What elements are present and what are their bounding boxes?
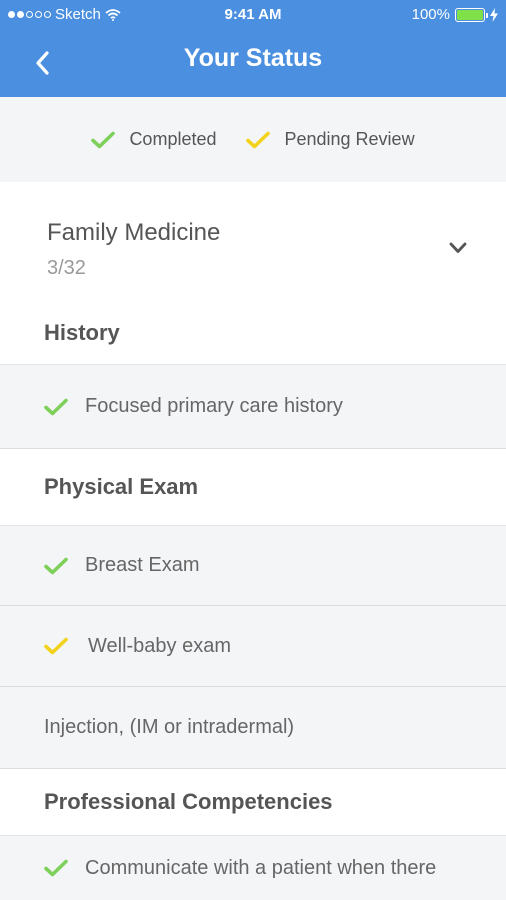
section-title: Professional Competencies: [44, 789, 333, 814]
check-green-icon: [44, 398, 72, 416]
status-bar: Sketch 9:41 AM 100%: [0, 0, 506, 30]
check-yellow-icon: [44, 637, 72, 655]
task-row[interactable]: Communicate with a patient when there: [0, 836, 506, 900]
task-row[interactable]: Well-baby exam: [0, 606, 506, 687]
task-label: Injection, (IM or intradermal): [44, 716, 295, 738]
battery-percent: 100%: [411, 6, 450, 23]
legend-completed: Completed: [91, 129, 216, 150]
course-name: Family Medicine: [47, 219, 221, 246]
task-row[interactable]: Injection, (IM or intradermal): [0, 687, 506, 769]
expand-toggle[interactable]: [445, 237, 471, 259]
battery-icon: [455, 7, 488, 22]
charging-bolt-icon: [490, 7, 498, 22]
status-legend: Completed Pending Review: [0, 97, 506, 182]
section-header-history: History: [0, 302, 506, 365]
page-title: Your Status: [183, 44, 323, 72]
legend-pending-label: Pending Review: [284, 129, 415, 149]
task-label: Focused primary care history: [85, 395, 343, 417]
section-title: History: [44, 320, 120, 345]
chevron-down-icon: [449, 242, 467, 253]
check-green-icon: [44, 557, 72, 575]
task-row[interactable]: Focused primary care history: [0, 365, 506, 449]
task-label: Communicate with a patient when there: [85, 856, 437, 879]
legend-pending: Pending Review: [246, 129, 415, 150]
check-green-icon: [44, 859, 72, 877]
section-header-physical-exam: Physical Exam: [0, 449, 506, 526]
legend-completed-label: Completed: [129, 129, 217, 149]
course-progress: 3/32: [47, 257, 86, 279]
nav-bar: Your Status: [0, 30, 506, 97]
section-header-professional-competencies: Professional Competencies: [0, 769, 506, 836]
battery-info: 100%: [412, 6, 498, 23]
task-label: Breast Exam: [85, 554, 200, 576]
check-green-icon: [91, 131, 116, 148]
task-row[interactable]: Breast Exam: [0, 526, 506, 606]
section-title: Physical Exam: [44, 474, 199, 499]
task-label: Well-baby exam: [88, 634, 232, 657]
check-yellow-icon: [246, 131, 271, 148]
